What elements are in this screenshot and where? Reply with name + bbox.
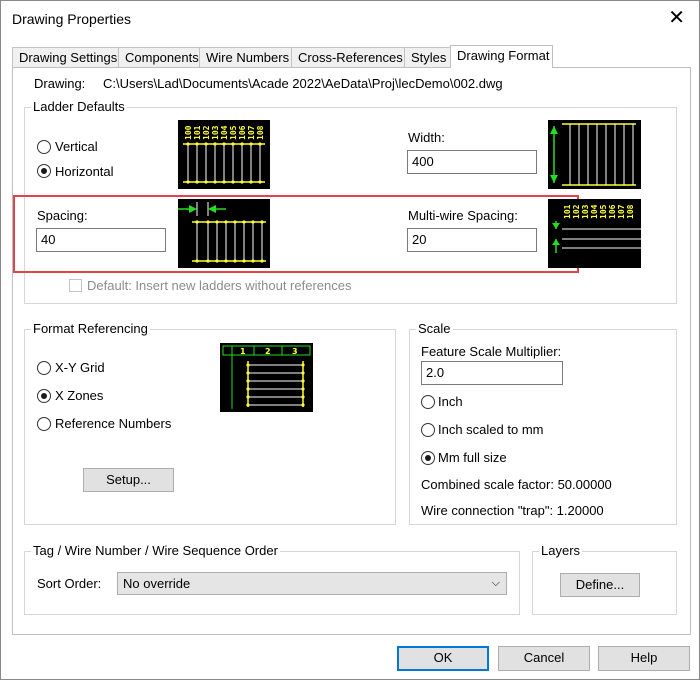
ref-number: 101 <box>193 125 202 140</box>
scale-title: Scale <box>416 321 453 336</box>
ref-number: 105 <box>599 204 608 219</box>
chevron-down-icon: ⌵ <box>491 577 500 589</box>
ref-number: 107 <box>617 204 626 219</box>
default-no-references-checkbox[interactable] <box>69 279 82 292</box>
vertical-radio[interactable] <box>37 140 51 154</box>
width-preview <box>548 120 641 189</box>
spacing-preview <box>178 199 270 268</box>
help-button[interactable]: Help <box>598 646 690 671</box>
ladder-defaults-title: Ladder Defaults <box>31 99 127 114</box>
x-zones-preview: 1 2 3 <box>220 343 313 412</box>
horizontal-label: Horizontal <box>55 164 114 179</box>
inch-scaled-to-mm-label: Inch scaled to mm <box>438 422 544 437</box>
tab-wire-numbers[interactable]: Wire Numbers <box>199 47 292 67</box>
multiwire-spacing-label: Multi-wire Spacing: <box>408 208 518 223</box>
ladder-references-preview: 100 101 102 103 104 105 106 107 108 <box>178 120 270 189</box>
reference-numbers-radio[interactable] <box>37 417 51 431</box>
ref-number: 104 <box>590 204 599 219</box>
combined-scale-factor: Combined scale factor: 50.00000 <box>421 477 612 492</box>
ref-number: 108 <box>256 125 265 140</box>
window-title: Drawing Properties <box>12 11 132 27</box>
ref-number: 102 <box>572 204 581 219</box>
tab-components[interactable]: Components <box>118 47 200 67</box>
x-zones-radio[interactable] <box>37 389 51 403</box>
width-input[interactable]: 400 <box>407 150 537 174</box>
ref-number: 108 <box>626 204 635 219</box>
multiwire-preview: 101 102 103 104 105 106 107 108 <box>548 199 641 268</box>
tab-drawing-format[interactable]: Drawing Format <box>450 45 553 68</box>
ref-number: 104 <box>220 125 229 140</box>
multiwire-spacing-input[interactable]: 20 <box>407 228 537 252</box>
drawing-label: Drawing: <box>34 76 86 91</box>
xy-grid-radio[interactable] <box>37 361 51 375</box>
setup-button[interactable]: Setup... <box>83 468 174 492</box>
close-icon[interactable]: ✕ <box>668 8 685 28</box>
reference-numbers-label: Reference Numbers <box>55 416 172 431</box>
sort-order-value: No override <box>123 576 191 591</box>
spacing-label: Spacing: <box>37 208 88 223</box>
ref-number: 106 <box>238 125 247 140</box>
layers-title: Layers <box>539 543 583 558</box>
horizontal-radio[interactable] <box>37 164 51 178</box>
tab-cross-references[interactable]: Cross-References <box>291 47 405 67</box>
vertical-label: Vertical <box>55 139 98 154</box>
tab-styles[interactable]: Styles <box>404 47 451 67</box>
sequence-order-title: Tag / Wire Number / Wire Sequence Order <box>31 543 280 558</box>
xy-grid-label: X-Y Grid <box>55 360 105 375</box>
drawing-properties-dialog: Drawing Properties ✕ Drawing Settings Co… <box>0 0 700 680</box>
zone-label: 2 <box>265 347 271 356</box>
tab-drawing-settings[interactable]: Drawing Settings <box>12 47 119 67</box>
ref-number: 103 <box>581 204 590 219</box>
spacing-input[interactable]: 40 <box>36 228 166 252</box>
sort-order-label: Sort Order: <box>37 576 102 591</box>
ok-button[interactable]: OK <box>397 646 489 671</box>
mm-full-size-label: Mm full size <box>438 450 507 465</box>
width-label: Width: <box>408 130 445 145</box>
feature-scale-multiplier-label: Feature Scale Multiplier: <box>421 344 562 359</box>
define-layers-button[interactable]: Define... <box>560 573 640 597</box>
ref-number: 107 <box>247 125 256 140</box>
format-referencing-title: Format Referencing <box>31 321 150 336</box>
feature-scale-multiplier-input[interactable]: 2.0 <box>421 361 563 385</box>
zone-label: 1 <box>240 347 246 356</box>
ref-number: 100 <box>184 125 193 140</box>
wire-connection-trap: Wire connection "trap": 1.20000 <box>421 503 604 518</box>
ref-number: 106 <box>608 204 617 219</box>
x-zones-label: X Zones <box>55 388 104 403</box>
title-bar: Drawing Properties ✕ <box>1 1 699 37</box>
inch-radio[interactable] <box>421 395 435 409</box>
default-no-references-label: Default: Insert new ladders without refe… <box>87 278 352 293</box>
cancel-button[interactable]: Cancel <box>498 646 590 671</box>
inch-label: Inch <box>438 394 463 409</box>
zone-label: 3 <box>292 347 298 356</box>
drawing-path: C:\Users\Lad\Documents\Acade 2022\AeData… <box>103 76 503 91</box>
ref-number: 103 <box>211 125 220 140</box>
inch-scaled-to-mm-radio[interactable] <box>421 423 435 437</box>
ref-number: 102 <box>202 125 211 140</box>
mm-full-size-radio[interactable] <box>421 451 435 465</box>
ref-number: 105 <box>229 125 238 140</box>
ref-number: 101 <box>563 204 572 219</box>
sort-order-select[interactable]: No override ⌵ <box>117 572 507 595</box>
